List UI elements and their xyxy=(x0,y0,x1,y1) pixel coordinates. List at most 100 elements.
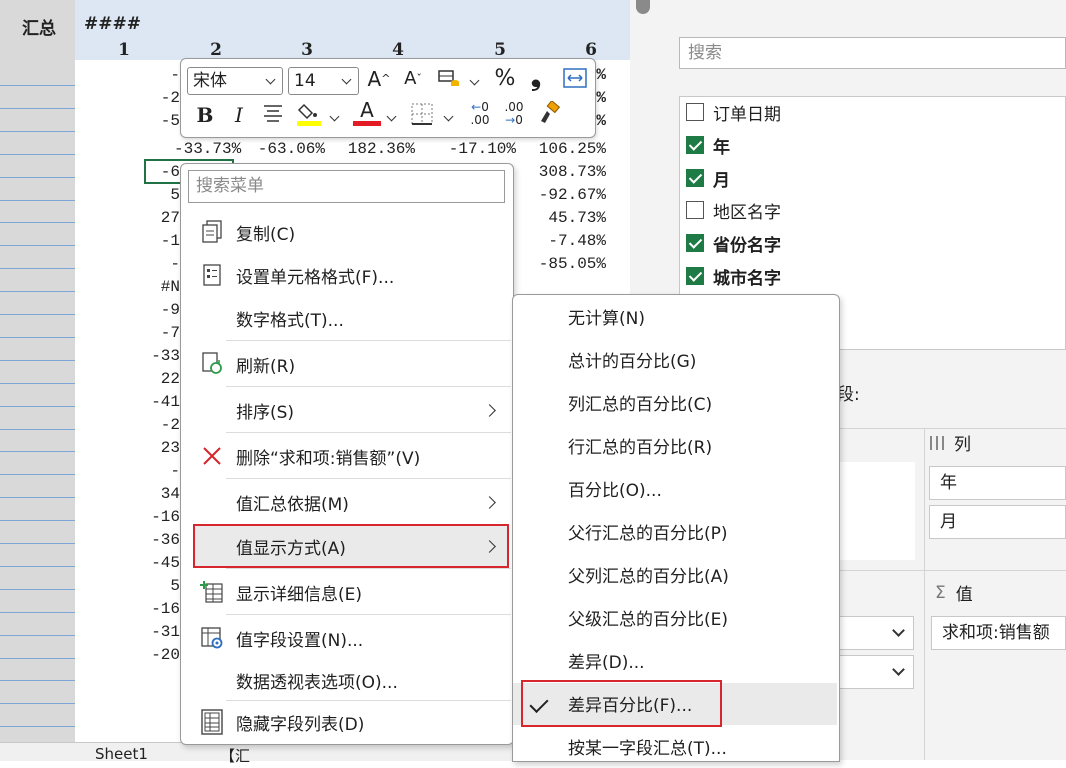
decrease-font-size-icon[interactable]: Aˇ xyxy=(399,67,427,91)
pivot-cell[interactable]: - xyxy=(120,460,180,482)
checkbox-checked-icon[interactable] xyxy=(686,169,704,187)
menu-item-pivot-options[interactable]: 数据透视表选项(O)... xyxy=(181,658,511,702)
submenu-item-percent-of-parent-total[interactable]: 父级汇总的百分比(E) xyxy=(513,596,837,639)
menu-search-input[interactable]: 搜索菜单 xyxy=(188,170,505,203)
pivot-cell[interactable]: -5 xyxy=(120,110,180,132)
chevron-down-icon[interactable] xyxy=(443,111,454,122)
pivot-cell[interactable]: 182.36% xyxy=(325,138,415,160)
menu-item-hide-field-list[interactable]: 隐藏字段列表(D) xyxy=(181,700,511,744)
pivot-cell[interactable]: -6 xyxy=(120,161,180,183)
pivot-cell[interactable]: -36 xyxy=(120,529,180,551)
chevron-down-icon[interactable] xyxy=(329,111,340,122)
decrease-decimal-icon[interactable]: .00 →0 xyxy=(499,101,529,127)
pivot-cell[interactable]: -41 xyxy=(120,391,180,413)
fill-color-icon[interactable] xyxy=(295,101,323,132)
checkbox-checked-icon[interactable] xyxy=(686,136,704,154)
submenu-item-percent-of-grand-total[interactable]: 总计的百分比(G) xyxy=(513,338,837,381)
increase-decimal-icon[interactable]: ←0.00 xyxy=(465,101,495,127)
bold-button[interactable]: B xyxy=(193,103,217,127)
checkbox-checked-icon[interactable] xyxy=(686,234,704,252)
menu-item-sort[interactable]: 排序(S) xyxy=(181,388,511,432)
pivot-cell[interactable]: -33.73% xyxy=(174,138,241,160)
menu-item-refresh[interactable]: 刷新(R) xyxy=(181,342,511,386)
pivot-cell[interactable]: - xyxy=(120,253,180,275)
font-name-select[interactable]: 宋体 xyxy=(187,67,283,95)
pivot-cell[interactable]: -33 xyxy=(120,345,180,367)
pivot-cell[interactable]: 106.25% xyxy=(516,138,606,160)
pivot-cell[interactable]: -63.06% xyxy=(235,138,325,160)
pivot-cell[interactable]: - xyxy=(120,64,180,86)
chevron-down-icon[interactable] xyxy=(386,111,397,122)
pivot-cell[interactable]: -16 xyxy=(120,598,180,620)
pivot-cell[interactable]: -1 xyxy=(120,230,180,252)
menu-item-value-field-settings[interactable]: 值字段设置(N)... xyxy=(181,616,511,660)
font-size-select[interactable]: 14 xyxy=(288,67,359,95)
borders-icon[interactable] xyxy=(409,103,435,130)
pivot-cell[interactable]: -7 xyxy=(120,322,180,344)
align-center-icon[interactable] xyxy=(261,103,285,127)
pivot-cell[interactable]: -45 xyxy=(120,552,180,574)
pivot-cell[interactable]: -85.05% xyxy=(516,253,606,275)
menu-item-show-details[interactable]: 显示详细信息(E) xyxy=(181,570,511,614)
submenu-item-percent-of[interactable]: 百分比(O)... xyxy=(513,467,837,510)
pivot-cell[interactable]: #N xyxy=(120,276,180,298)
submenu-item-percent-of-row-total[interactable]: 行汇总的百分比(R) xyxy=(513,424,837,467)
column-field-month[interactable]: 月 xyxy=(929,505,1066,539)
field-item-month[interactable]: 月 xyxy=(686,164,730,192)
pivot-cell[interactable]: -2 xyxy=(120,87,180,109)
submenu-item-difference-from[interactable]: 差异(D)... xyxy=(513,639,837,682)
submenu-item-percent-of-parent-row-total[interactable]: 父行汇总的百分比(P) xyxy=(513,510,837,553)
pivot-cell[interactable]: -16 xyxy=(120,506,180,528)
percent-style-icon[interactable]: % xyxy=(491,67,519,91)
field-item-city-name[interactable]: 城市名字 xyxy=(686,262,781,290)
pivot-cell[interactable]: 5 xyxy=(120,575,180,597)
pivot-cell[interactable]: -9 xyxy=(120,299,180,321)
menu-item-number-format[interactable]: 数字格式(T)... xyxy=(181,296,511,340)
field-item-order-date[interactable]: 订单日期 xyxy=(686,98,781,126)
pivot-cell[interactable]: -7.48% xyxy=(516,230,606,252)
submenu-item-percent-of-column-total[interactable]: 列汇总的百分比(C) xyxy=(513,381,837,424)
chevron-down-icon[interactable] xyxy=(469,75,480,86)
italic-button[interactable]: I xyxy=(227,103,251,127)
menu-item-show-values-as[interactable]: 值显示方式(A) xyxy=(181,524,511,568)
field-item-region-name[interactable]: 地区名字 xyxy=(686,196,781,224)
field-search-input[interactable]: 搜索 xyxy=(679,37,1066,69)
pivot-cell[interactable]: -31 xyxy=(120,621,180,643)
format-painter-icon[interactable] xyxy=(535,100,563,130)
pivot-cell[interactable]: 45.73% xyxy=(516,207,606,229)
pivot-cell[interactable]: 22 xyxy=(120,368,180,390)
submenu-item-percent-of-parent-column-total[interactable]: 父列汇总的百分比(A) xyxy=(513,553,837,596)
pivot-cell[interactable]: 23 xyxy=(120,437,180,459)
value-field-sum-sales[interactable]: 求和项:销售额 xyxy=(931,616,1066,650)
checkbox-icon[interactable] xyxy=(686,103,704,121)
menu-item-copy[interactable]: 复制(C) xyxy=(181,210,511,254)
pivot-cell[interactable]: 34 xyxy=(120,483,180,505)
pivot-cell[interactable]: -20 xyxy=(120,644,180,666)
values-area-header: Σ 值 xyxy=(935,582,973,606)
checkbox-checked-icon[interactable] xyxy=(686,267,704,285)
submenu-item-no-calculation[interactable]: 无计算(N) xyxy=(513,295,837,338)
increase-font-size-icon[interactable]: A^ xyxy=(365,67,393,91)
column-field-year[interactable]: 年 xyxy=(929,466,1066,500)
checkbox-icon[interactable] xyxy=(686,201,704,219)
font-color-icon[interactable]: A xyxy=(353,99,381,126)
comma-style-icon[interactable]: ❟ xyxy=(525,64,547,90)
panel-scrollbar[interactable] xyxy=(636,0,650,14)
submenu-item-percent-difference-from[interactable]: 差异百分比(F)... xyxy=(513,682,837,725)
wrap-text-icon[interactable] xyxy=(561,67,589,94)
pivot-cell[interactable]: -2 xyxy=(120,414,180,436)
pivot-cell[interactable]: 308.73% xyxy=(516,161,606,183)
sheet-tab-sheet1[interactable]: Sheet1 xyxy=(95,745,148,763)
pivot-cell[interactable]: 5 xyxy=(120,184,180,206)
conditional-format-icon[interactable] xyxy=(435,67,463,94)
sheet-tab-summary[interactable]: 【汇 xyxy=(220,745,250,766)
menu-item-summarize-values-by[interactable]: 值汇总依据(M) xyxy=(181,480,511,524)
menu-item-format-cells[interactable]: 设置单元格格式(F)... xyxy=(181,253,511,297)
pivot-cell[interactable]: -17.10% xyxy=(426,138,516,160)
pivot-cell[interactable]: 27 xyxy=(120,207,180,229)
menu-item-delete-field[interactable]: 删除“求和项:销售额”(V) xyxy=(181,434,511,478)
field-item-year[interactable]: 年 xyxy=(686,131,730,159)
pivot-cell[interactable]: -92.67% xyxy=(516,184,606,206)
field-item-province-name[interactable]: 省份名字 xyxy=(686,229,781,257)
submenu-item-running-total-in[interactable]: 按某一字段汇总(T)... xyxy=(513,725,837,768)
